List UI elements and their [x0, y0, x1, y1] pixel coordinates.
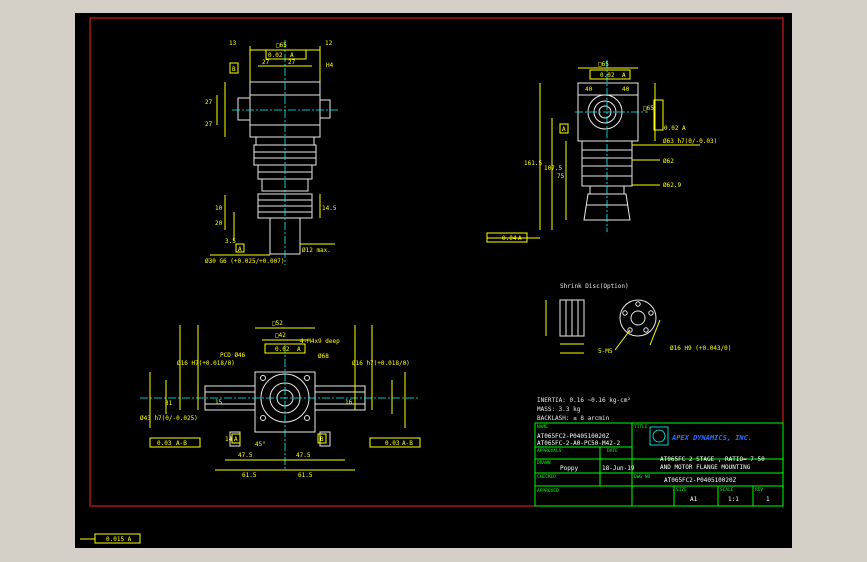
datum-b: B: [232, 66, 236, 73]
note-inertia: INERTIA: 0.16 ~0.16 kg-cm²: [537, 397, 631, 404]
dim-parallel: 0.04: [502, 235, 517, 242]
dim-flatness-side: 0.02: [600, 72, 615, 79]
label-approvals: APPROVALS: [537, 448, 562, 454]
title-line-1: AT065FC 2 STAGE , RATIO= 7-50: [660, 456, 765, 463]
dim-bore-left: Ø16 H7(+0.018/0): [177, 360, 235, 367]
label-title: TITLE: [634, 424, 648, 430]
dim-square-65: □65: [276, 42, 287, 49]
dim-10: 10: [215, 205, 223, 212]
dim-75: 75: [557, 173, 565, 180]
dim-13: 13: [229, 40, 237, 47]
dim-flatness-top: 0.02: [275, 346, 290, 353]
shrink-disc-bolts: 5-M5: [598, 348, 613, 355]
dim-tapped-holes: 4-M4x9 deep: [300, 338, 340, 345]
dim-31: 31: [165, 400, 173, 407]
technical-drawing: □65 0.02 A 27 27 27 27 B H4 13 12 20 10 …: [80, 17, 784, 544]
dim-40a: 40: [585, 86, 593, 93]
dim-45-deg: 45°: [255, 441, 266, 448]
dim-flatness: 0.02: [268, 52, 283, 59]
dim-square-52: □52: [272, 320, 283, 327]
drawing-border: [89, 17, 784, 507]
drawn-date: 18-Jun-19: [602, 465, 635, 472]
dim-47-5a: 47.5: [238, 452, 253, 459]
dim-square-65-v: □65: [643, 105, 654, 112]
dim-107-5: 107.5: [544, 165, 562, 172]
title-line-2: AND MOTOR FLANGE MOUNTING: [660, 464, 751, 471]
dim-h4: H4: [326, 62, 334, 69]
cad-viewport[interactable]: □65 0.02 A 27 27 27 27 B H4 13 12 20 10 …: [75, 13, 792, 548]
dim-27b: 27: [288, 59, 296, 66]
drawn-by: Poppy: [560, 465, 578, 472]
label-rev: REV: [755, 487, 763, 493]
sheet-size: A1: [690, 496, 698, 503]
dim-14: 14: [225, 436, 233, 443]
label-checked: CHECKED: [537, 474, 556, 480]
dim-161-5: 161.5: [524, 160, 542, 167]
dim-14-5: 14.5: [322, 205, 337, 212]
dim-bore-right: Ø16 h7(+0.018/0): [352, 360, 410, 367]
side-view: [486, 60, 700, 243]
datum-a-side: A: [562, 126, 566, 133]
dim-61-5b: 61.5: [298, 472, 313, 479]
dim-datum: A: [290, 52, 294, 59]
dim-runout-left-ref: A-B: [176, 440, 187, 447]
datum-a-top: A: [234, 436, 238, 443]
dim-62: Ø62: [663, 158, 674, 165]
dim-27d: 27: [205, 121, 213, 128]
dim-shaft-dia: Ø30 G6 (+0.025/+0.007): [205, 258, 284, 265]
label-size: SIZE: [676, 487, 687, 493]
dim-43-left: Ø43 h7(0/-0.025): [140, 415, 198, 422]
shrink-disc-view: [545, 299, 661, 354]
dim-27a: 27: [262, 59, 270, 66]
dim-datum-top: A: [297, 346, 301, 353]
datum-b-top: B: [320, 436, 324, 443]
label-drawn: DRAWN: [537, 460, 551, 466]
name-line-2: AT065FC-2-A0-PC50-M42-2: [537, 440, 620, 447]
datum-a-left: A: [238, 246, 242, 253]
front-view: [210, 40, 340, 265]
dim-flatness-v: 0.02 A: [664, 125, 686, 132]
dim-62-9: Ø62.9: [663, 182, 681, 189]
label-approved: APPROVED: [537, 488, 559, 494]
note-mass: MASS: 3.3 kg: [537, 406, 581, 413]
dim-runout-left: 0.03: [157, 440, 172, 447]
name-line-1: AT065FC2-P040510020Z: [537, 433, 610, 440]
shrink-disc-title: Shrink Disc(Option): [560, 283, 629, 290]
label-date: DATE: [607, 448, 618, 454]
dim-47-5b: 47.5: [296, 452, 311, 459]
dim-pilot-63: Ø63 h7(0/-0.03): [663, 138, 717, 145]
dim-61-5a: 61.5: [242, 472, 257, 479]
dim-square-65-side: □65: [598, 61, 609, 68]
dim-12: 12: [325, 40, 333, 47]
dim-datum-side: A: [622, 72, 626, 79]
dim-runout-right-ref: A-B: [402, 440, 413, 447]
sheet-number: 1: [766, 496, 770, 503]
dim-27c: 27: [205, 99, 213, 106]
dim-20: 20: [215, 220, 223, 227]
bottom-tolerance: 0.015 A: [106, 536, 132, 543]
dim-15-left: 15: [215, 399, 223, 406]
dim-pcd: PCD Ø46: [220, 352, 246, 359]
sheet-scale: 1:1: [728, 496, 739, 503]
dim-shaft-max: Ø12 max.: [302, 247, 331, 254]
company-name: APEX DYNAMICS, INC.: [671, 434, 752, 442]
label-name: NAME: [537, 424, 548, 430]
dim-68: Ø68: [318, 353, 329, 360]
dim-square-42: □42: [275, 332, 286, 339]
part-number: AT065FC2-P040510020Z: [664, 477, 737, 484]
note-backlash: BACKLASH: ≤ 8 arcmin: [537, 415, 610, 422]
shrink-disc-bore: Ø16 H9 (+0.043/0): [670, 345, 731, 352]
dim-3-5: 3.5: [225, 238, 236, 245]
dim-16: 16: [345, 399, 353, 406]
dim-40b: 40: [622, 86, 630, 93]
label-scale: SCALE: [720, 487, 734, 493]
label-dwg-no: DWG NO: [634, 474, 651, 480]
dim-runout-right: 0.03: [385, 440, 400, 447]
dim-parallel-datum: A: [518, 235, 522, 242]
